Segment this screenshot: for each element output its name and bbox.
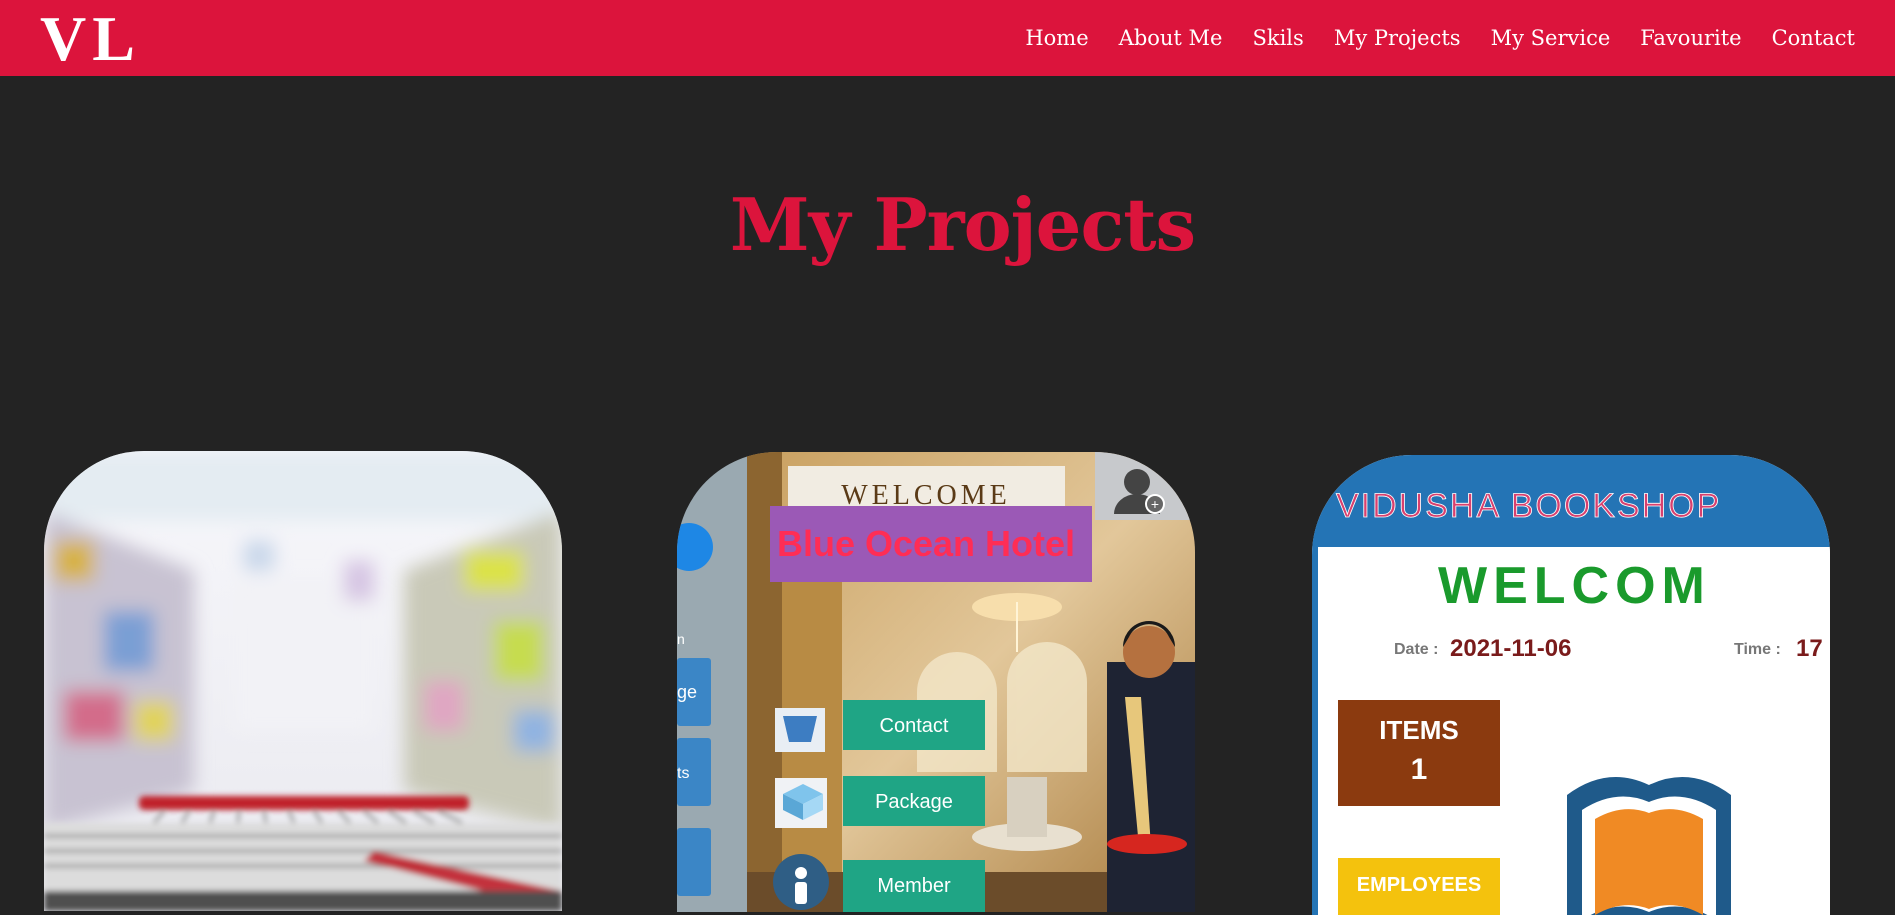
site-logo[interactable]: VL [40,4,141,74]
nav-link-my-service[interactable]: My Service [1491,26,1611,50]
supermarket-screenshot [44,451,562,911]
date-label: Date : [1394,641,1438,658]
employees-label: EMPLOYEES [1357,874,1481,896]
section-title: My Projects [729,182,1196,267]
date-value: 2021-11-06 [1450,635,1571,662]
bookshop-header-text: VIDUSHA BOOKSHOP [1336,487,1721,525]
book-logo-icon [1567,777,1731,915]
items-value: 1 [1411,753,1428,786]
items-label: ITEMS [1379,715,1458,745]
project-card-hotel[interactable]: n ge ts + WELCOME Blue Ocean Hotel Conta… [677,452,1195,912]
nav-link-favourite[interactable]: Favourite [1640,26,1741,50]
nav-link-about-me[interactable]: About Me [1119,26,1223,50]
sidebar-fragment-3: ts [677,765,689,782]
project-card-bookshop[interactable]: VIDUSHA BOOKSHOP WELCOM Date : 2021-11-0… [1312,455,1830,915]
nav-link-skills[interactable]: Skils [1252,26,1303,50]
time-value: 17 [1796,635,1823,662]
nav-menu: Home About Me Skils My Projects My Servi… [1025,0,1855,76]
nav-link-my-projects[interactable]: My Projects [1334,26,1461,50]
bookshop-welcome-text: WELCOM [1438,557,1711,615]
hotel-package-label: Package [875,791,953,813]
navbar: VL Home About Me Skils My Projects My Se… [0,0,1895,76]
hotel-contact-label: Contact [880,715,949,737]
sidebar-fragment-2: ge [677,682,697,702]
bookshop-screenshot: VIDUSHA BOOKSHOP WELCOM Date : 2021-11-0… [1312,455,1830,915]
add-user-icon: + [1151,496,1159,512]
hotel-member-label: Member [877,875,951,897]
sidebar-fragment-1: n [677,631,685,647]
hotel-name-text: Blue Ocean Hotel [777,523,1075,564]
nav-link-contact[interactable]: Contact [1772,26,1855,50]
nav-link-home[interactable]: Home [1025,26,1088,50]
time-label: Time : [1734,641,1781,658]
hotel-screenshot: n ge ts + WELCOME Blue Ocean Hotel Conta… [677,452,1195,912]
project-card-supermarket[interactable] [44,451,562,911]
